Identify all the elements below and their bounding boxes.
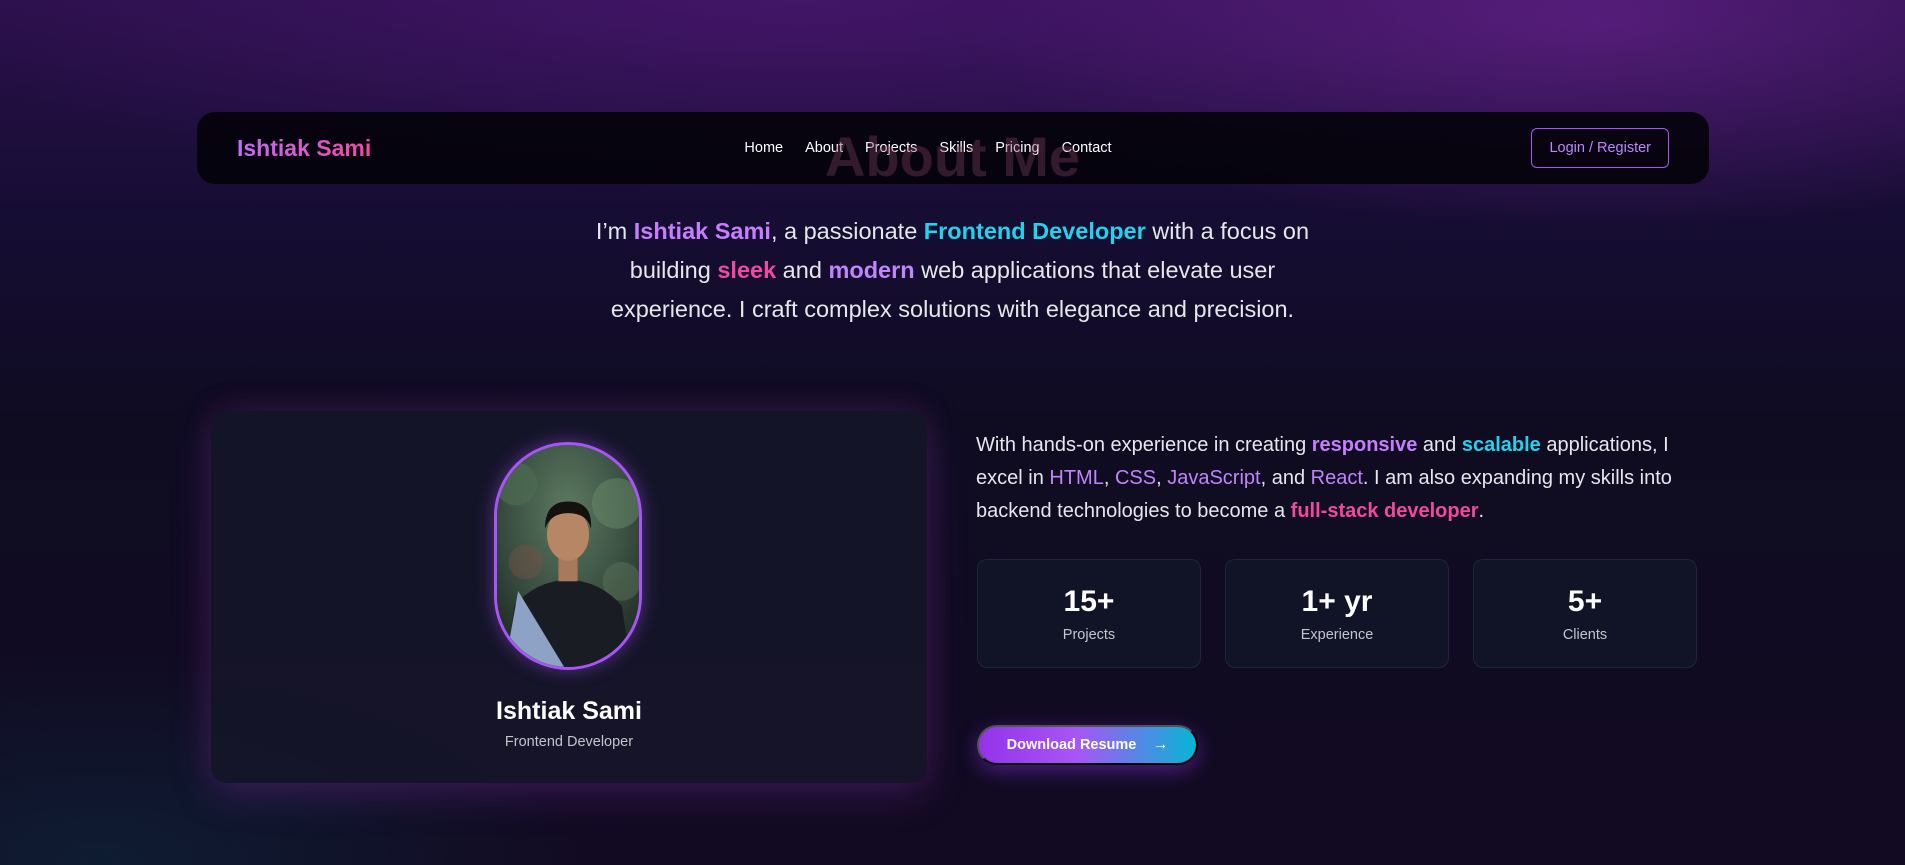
nav-link-skills[interactable]: Skills	[939, 140, 973, 156]
tech-react: React	[1310, 467, 1363, 489]
about-highlight-responsive: responsive	[1311, 434, 1418, 456]
stat-card-projects: 15+ Projects	[977, 559, 1201, 668]
about-paragraph: With hands-on experience in creating res…	[976, 429, 1696, 528]
intro-role: Frontend Developer	[923, 218, 1146, 244]
profile-role: Frontend Developer	[504, 734, 634, 750]
about-text: , and	[1260, 467, 1311, 489]
nav-link-pricing[interactable]: Pricing	[995, 140, 1039, 156]
nav-link-contact[interactable]: Contact	[1062, 140, 1112, 156]
intro-text: I’m	[595, 218, 634, 244]
intro-text: , a passionate	[770, 218, 924, 244]
about-text: ,	[1103, 467, 1115, 489]
nav-link-about[interactable]: About	[805, 140, 843, 156]
intro-name: Ishtiak Sami	[633, 218, 771, 244]
login-register-button[interactable]: Login / Register	[1531, 128, 1669, 168]
about-highlight-scalable: scalable	[1461, 434, 1541, 456]
stat-value: 5+	[1567, 585, 1603, 618]
nav-link-projects[interactable]: Projects	[865, 140, 917, 156]
tech-css: CSS	[1114, 467, 1157, 489]
stat-card-clients: 5+ Clients	[1473, 559, 1697, 668]
about-text: With hands-on experience in creating	[976, 434, 1312, 456]
about-text: and	[1417, 434, 1462, 456]
arrow-right-icon: →	[1152, 736, 1169, 753]
about-text: ,	[1156, 467, 1168, 489]
intro-text: and	[776, 257, 829, 283]
stat-value: 15+	[1063, 585, 1115, 618]
stat-card-experience: 1+ yr Experience	[1225, 559, 1449, 668]
stat-label: Projects	[1062, 627, 1116, 643]
tech-html: HTML	[1049, 467, 1104, 489]
brand-logo[interactable]: Ishtiak Sami	[237, 135, 371, 162]
stat-label: Clients	[1562, 627, 1608, 643]
profile-name: Ishtiak Sami	[496, 697, 642, 725]
navbar: Ishtiak Sami Home About Projects Skills …	[197, 112, 1709, 184]
intro-paragraph: I’m Ishtiak Sami, a passionate Frontend …	[580, 212, 1325, 329]
profile-card: Ishtiak Sami Frontend Developer	[211, 411, 927, 783]
about-highlight-fullstack: full-stack developer	[1290, 500, 1479, 522]
tech-javascript: JavaScript	[1167, 467, 1261, 489]
stat-label: Experience	[1300, 627, 1374, 643]
nav-links: Home About Projects Skills Pricing Conta…	[197, 112, 1709, 184]
about-text: .	[1478, 500, 1485, 522]
profile-photo	[497, 445, 639, 667]
stat-value: 1+ yr	[1301, 585, 1373, 618]
intro-highlight-modern: modern	[828, 257, 915, 283]
download-resume-label: Download Resume	[1006, 737, 1137, 753]
nav-link-home[interactable]: Home	[744, 140, 783, 156]
download-resume-button[interactable]: Download Resume →	[977, 725, 1198, 765]
intro-highlight-sleek: sleek	[717, 257, 777, 283]
avatar	[494, 442, 642, 670]
